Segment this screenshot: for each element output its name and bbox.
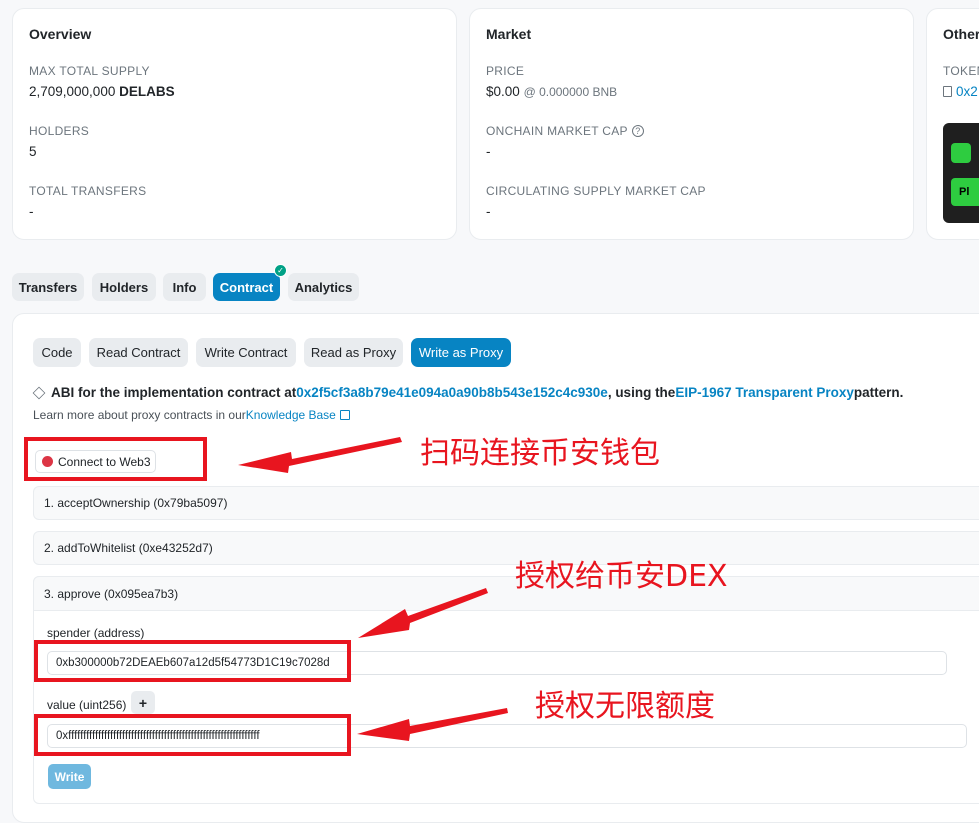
- annotation-unlimited: 授权无限额度: [535, 689, 715, 724]
- function-add-to-whitelist[interactable]: 2. addToWhitelist (0xe43252d7): [33, 531, 979, 565]
- spender-label: spender (address): [47, 626, 145, 640]
- token-symbol: DELABS: [119, 84, 175, 99]
- tab-transfers[interactable]: Transfers: [12, 273, 84, 301]
- ad-button[interactable]: Pl: [951, 178, 979, 206]
- function-accept-ownership[interactable]: 1. acceptOwnership (0x79ba5097): [33, 486, 979, 520]
- ad-logo-icon: [951, 143, 971, 163]
- external-link-icon: [339, 410, 350, 420]
- total-transfers-value: -: [29, 204, 34, 219]
- subtab-write-as-proxy[interactable]: Write as Proxy: [411, 338, 511, 367]
- overview-card: Overview MAX TOTAL SUPPLY 2,709,000,000 …: [12, 8, 457, 240]
- ad-button-label: Pl: [959, 186, 970, 198]
- onchain-cap-label-row: ONCHAIN MARKET CAP ?: [486, 124, 644, 138]
- price-label: PRICE: [486, 64, 525, 78]
- connect-highlight-box: [24, 437, 207, 481]
- tab-contract[interactable]: Contract: [213, 273, 280, 301]
- tab-info[interactable]: Info: [163, 273, 206, 301]
- abi-notice: ABI for the implementation contract at 0…: [32, 385, 904, 400]
- document-icon: [943, 86, 952, 97]
- price-usd: $0.00: [486, 84, 520, 99]
- help-icon[interactable]: ?: [631, 125, 644, 137]
- max-supply-value: 2,709,000,000 DELABS: [29, 84, 175, 99]
- implementation-address-link[interactable]: 0x2f5cf3a8b79e41e094a0a90b8b543e152c4c93…: [296, 385, 608, 400]
- max-supply-number: 2,709,000,000: [29, 84, 116, 99]
- value-label: value (uint256): [47, 698, 127, 712]
- knowledge-base-link[interactable]: Knowledge Base: [246, 408, 336, 422]
- layers-icon: [32, 386, 46, 399]
- add-zeros-button[interactable]: +: [131, 691, 155, 714]
- function-label: 1. acceptOwnership (0x79ba5097): [44, 496, 228, 510]
- onchain-cap-label: ONCHAIN MARKET CAP: [486, 124, 628, 138]
- holders-value: 5: [29, 144, 37, 159]
- other-title: Other: [943, 26, 979, 42]
- market-title: Market: [486, 26, 532, 42]
- abi-prefix: ABI for the implementation contract at: [51, 385, 297, 400]
- function-label: 3. approve (0x095ea7b3): [44, 586, 179, 601]
- plus-icon: +: [138, 694, 148, 711]
- price-value: $0.00 @ 0.000000 BNB: [486, 84, 617, 99]
- verified-check-icon: ✓: [274, 264, 287, 277]
- tab-holders[interactable]: Holders: [92, 273, 156, 301]
- annotation-connect: 扫码连接币安钱包: [420, 436, 660, 471]
- onchain-cap-value: -: [486, 144, 491, 159]
- function-approve[interactable]: 3. approve (0x095ea7b3): [33, 576, 979, 611]
- other-card: Other TOKEN 0x2 Pl: [926, 8, 979, 240]
- abi-middle: , using the: [607, 385, 676, 400]
- price-bnb: @ 0.000000 BNB: [523, 85, 618, 99]
- ad-banner[interactable]: Pl: [943, 123, 979, 223]
- market-card: Market PRICE $0.00 @ 0.000000 BNB ONCHAI…: [469, 8, 914, 240]
- tab-analytics[interactable]: Analytics: [288, 273, 359, 301]
- learn-prefix: Learn more about proxy contracts in our: [33, 408, 246, 422]
- subtab-read-contract[interactable]: Read Contract: [89, 338, 188, 367]
- circ-cap-value: -: [486, 204, 491, 219]
- value-highlight-box: [34, 714, 351, 756]
- subtab-code[interactable]: Code: [33, 338, 81, 367]
- write-button[interactable]: Write: [48, 764, 91, 789]
- annotation-approve: 授权给币安DEX: [515, 559, 728, 594]
- subtab-write-contract[interactable]: Write Contract: [196, 338, 296, 367]
- learn-more: Learn more about proxy contracts in our …: [33, 408, 350, 422]
- subtab-read-as-proxy[interactable]: Read as Proxy: [304, 338, 403, 367]
- token-label: TOKEN: [943, 64, 979, 78]
- token-contract-link[interactable]: 0x2: [956, 84, 978, 99]
- proxy-pattern-link[interactable]: EIP-1967 Transparent Proxy: [675, 385, 854, 400]
- total-transfers-label: TOTAL TRANSFERS: [29, 184, 147, 198]
- spender-highlight-box: [34, 640, 351, 682]
- token-contract[interactable]: 0x2: [943, 84, 978, 99]
- overview-title: Overview: [29, 26, 92, 42]
- function-label: 2. addToWhitelist (0xe43252d7): [44, 541, 213, 555]
- abi-suffix: pattern.: [853, 385, 904, 400]
- circ-cap-label: CIRCULATING SUPPLY MARKET CAP: [486, 184, 706, 198]
- holders-label: HOLDERS: [29, 124, 90, 138]
- max-supply-label: MAX TOTAL SUPPLY: [29, 64, 150, 78]
- write-button-label: Write: [54, 769, 85, 784]
